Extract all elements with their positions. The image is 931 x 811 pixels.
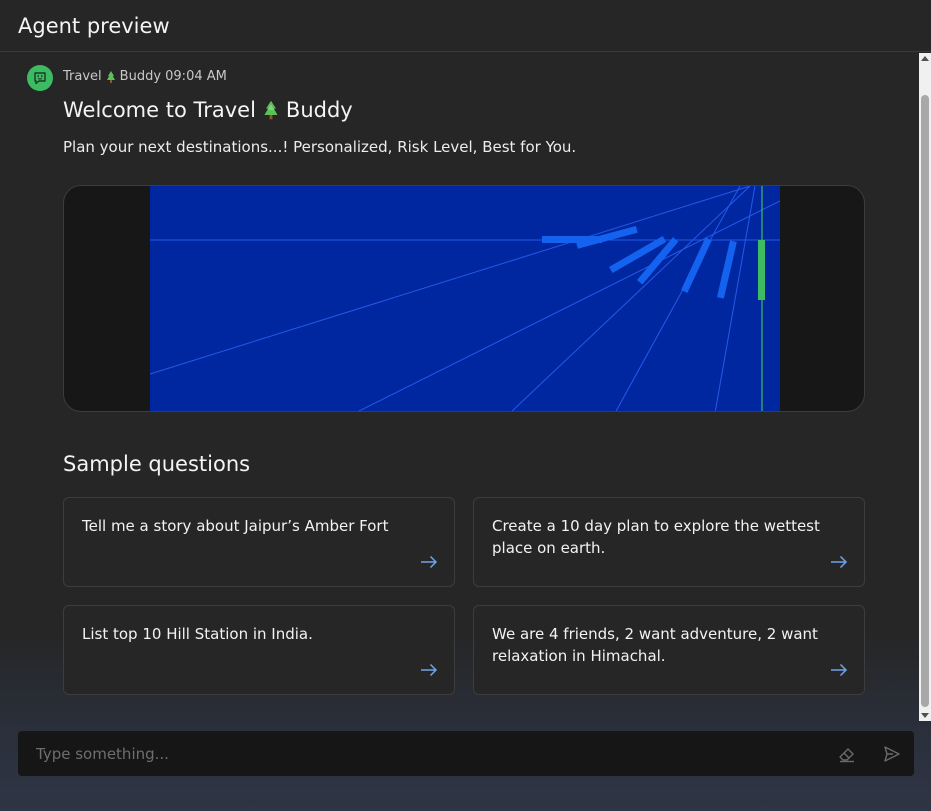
welcome-prefix: Welcome to Travel (63, 98, 256, 122)
page-title: Agent preview (18, 13, 170, 38)
eraser-icon[interactable] (837, 744, 857, 764)
vertical-scrollbar[interactable] (919, 53, 931, 721)
send-icon[interactable] (882, 744, 902, 764)
sample-question-card[interactable]: Create a 10 day plan to explore the wett… (473, 497, 865, 587)
sample-question-text: List top 10 Hill Station in India. (82, 625, 313, 643)
chat-scroll-area: Travel Buddy 09:04 AM Welcome to Travel … (0, 53, 918, 721)
sample-question-text: Tell me a story about Jaipur’s Amber For… (82, 517, 389, 535)
welcome-subtitle: Plan your next destinations...! Personal… (63, 138, 577, 156)
sample-question-card[interactable]: Tell me a story about Jaipur’s Amber For… (63, 497, 455, 587)
message-input[interactable] (18, 731, 818, 776)
arrow-right-icon (831, 663, 848, 677)
tree-icon (264, 100, 278, 120)
sample-questions-title: Sample questions (63, 452, 251, 476)
agent-name-time: Buddy 09:04 AM (119, 69, 227, 84)
agent-name-prefix: Travel (63, 69, 102, 84)
hero-banner (63, 185, 865, 412)
arrow-right-icon (421, 663, 438, 677)
sample-question-card[interactable]: List top 10 Hill Station in India. (63, 605, 455, 695)
arrow-right-icon (831, 555, 848, 569)
welcome-suffix: Buddy (285, 98, 353, 122)
welcome-heading: Welcome to Travel Buddy (63, 98, 353, 122)
scroll-down-arrow-icon[interactable] (921, 713, 929, 718)
chat-bot-icon (34, 72, 46, 85)
message-meta: Travel Buddy 09:04 AM (63, 69, 227, 84)
arrow-right-icon (421, 555, 438, 569)
hero-lines-graphic (149, 186, 781, 411)
hero-graphic (149, 186, 781, 411)
scrollbar-thumb[interactable] (921, 95, 929, 707)
tree-icon (106, 70, 115, 83)
app-header: Agent preview (0, 0, 931, 52)
sample-question-text: We are 4 friends, 2 want adventure, 2 wa… (492, 625, 818, 665)
sample-question-card[interactable]: We are 4 friends, 2 want adventure, 2 wa… (473, 605, 865, 695)
message-composer (18, 731, 914, 776)
agent-avatar (27, 65, 53, 91)
sample-question-text: Create a 10 day plan to explore the wett… (492, 517, 820, 557)
scroll-up-arrow-icon[interactable] (921, 56, 929, 61)
